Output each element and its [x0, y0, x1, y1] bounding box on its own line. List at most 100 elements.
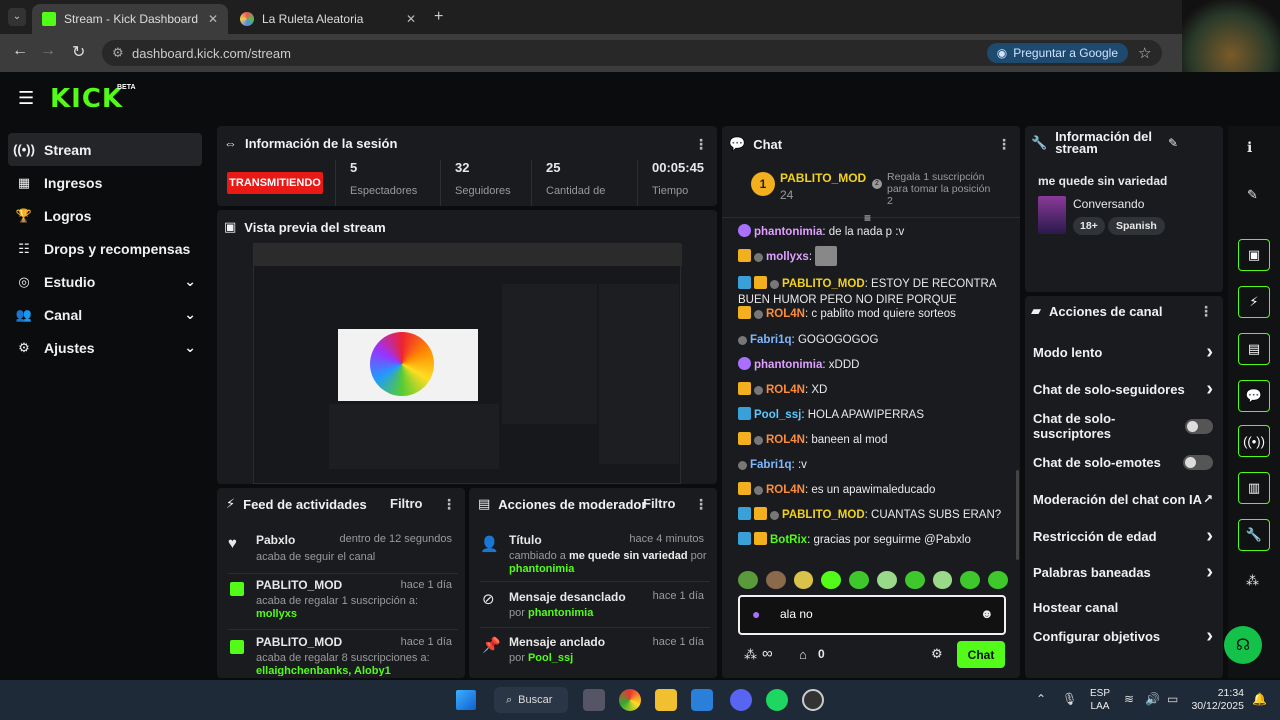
rail-chat-button[interactable]: 💬: [1238, 380, 1270, 412]
emote-icon[interactable]: [904, 571, 925, 589]
channel-action-item[interactable]: Moderación del chat con IA ↗: [1033, 488, 1213, 510]
chat-message[interactable]: Fabri1q: GOGOGOGOG: [738, 332, 1014, 348]
rail-preview-button[interactable]: ▣: [1238, 239, 1270, 271]
chat-message[interactable]: ROL4N: baneen al mod: [738, 432, 1014, 448]
mic-tray-icon[interactable]: 🎙: [1062, 692, 1077, 706]
emote-icon[interactable]: [738, 571, 758, 589]
mod-filter-button[interactable]: Filtro: [643, 496, 676, 511]
points-icon[interactable]: ⁂: [744, 647, 757, 663]
mic-icon[interactable]: ●: [752, 606, 760, 622]
taskbar-search[interactable]: ⌕ Buscar: [494, 687, 568, 713]
chat-message[interactable]: ROL4N: XD: [738, 382, 1014, 398]
emote-icon[interactable]: [988, 571, 1008, 589]
clock[interactable]: 21:34 30/12/2025: [1186, 687, 1244, 713]
chat-username[interactable]: Pool_ssj: [754, 409, 801, 421]
rail-activity-button[interactable]: ⚡: [1238, 286, 1270, 318]
chat-username[interactable]: Fabri1q: [750, 459, 792, 471]
session-menu-icon[interactable]: ⋮: [694, 136, 708, 153]
reload-icon[interactable]: ↻: [72, 42, 85, 62]
sidebar-item-drops[interactable]: ☷ Drops y recompensas: [8, 232, 202, 265]
actions-icon[interactable]: ⁂: [1246, 573, 1259, 589]
chat-username[interactable]: BotRix: [770, 534, 807, 546]
feed-menu-icon[interactable]: ⋮: [442, 496, 456, 513]
emote-icon[interactable]: [793, 571, 814, 589]
chat-username[interactable]: PABLITO_MOD: [782, 509, 865, 521]
ask-google-button[interactable]: ◉ Preguntar a Google: [986, 43, 1128, 63]
chat-message[interactable]: phantonimia: de la nada p :v: [738, 224, 1014, 240]
chat-username[interactable]: phantonimia: [754, 226, 822, 238]
chat-input[interactable]: ● ala no ☻: [738, 595, 1006, 635]
chat-message[interactable]: BotRix: gracias por seguirme @Pabxlo: [738, 532, 1014, 548]
close-icon[interactable]: ✕: [406, 12, 416, 26]
chat-message[interactable]: phantonimia: xDDD: [738, 357, 1014, 373]
sidebar-item-ajustes[interactable]: ⚙ Ajustes ⌄: [8, 331, 202, 364]
sidebar-item-ingresos[interactable]: ▦ Ingresos: [8, 166, 202, 199]
emoji-icon[interactable]: ☻: [980, 606, 994, 621]
tab-ruleta[interactable]: La Ruleta Aleatoria ✕: [230, 4, 426, 34]
gift-box-icon[interactable]: ⌂: [799, 647, 807, 662]
emote-icon[interactable]: [876, 571, 897, 589]
sidebar-item-logros[interactable]: 🏆 Logros: [8, 199, 202, 232]
mod-menu-icon[interactable]: ⋮: [694, 496, 708, 513]
chat-message[interactable]: PABLITO_MOD: ESTOY DE RECONTRA BUEN HUMO…: [738, 276, 1014, 308]
rail-layout-button[interactable]: ▥: [1238, 472, 1270, 504]
top-gifter-name[interactable]: PABLITO_MOD: [780, 171, 866, 185]
discord-icon[interactable]: [730, 689, 752, 711]
chat-send-button[interactable]: Chat: [957, 641, 1005, 668]
spotify-icon[interactable]: [766, 689, 788, 711]
toggle-switch[interactable]: [1183, 454, 1213, 470]
chat-username[interactable]: mollyxs: [766, 251, 809, 263]
chat-message[interactable]: Fabri1q: :v: [738, 457, 1014, 473]
close-icon[interactable]: ✕: [208, 12, 218, 26]
emote-icon[interactable]: [765, 571, 786, 589]
channel-actions-menu-icon[interactable]: ⋮: [1199, 303, 1213, 320]
channel-action-item[interactable]: Chat de solo-suscriptores: [1033, 411, 1213, 441]
channel-action-item[interactable]: Restricción de edad ›: [1033, 525, 1213, 547]
chat-username[interactable]: ROL4N: [766, 308, 805, 320]
channel-action-item[interactable]: Palabras baneadas ›: [1033, 561, 1213, 583]
windows-start-icon[interactable]: [456, 690, 476, 710]
forward-icon[interactable]: →: [40, 42, 56, 60]
chat-settings-gear-icon[interactable]: ⚙: [931, 646, 943, 662]
chat-username[interactable]: ROL4N: [766, 384, 805, 396]
task-view-icon[interactable]: [583, 689, 605, 711]
feed-filter-button[interactable]: Filtro: [390, 496, 423, 511]
feed-recipient[interactable]: mollyxs: [256, 608, 297, 620]
sidebar-item-canal[interactable]: 👥 Canal ⌄: [8, 298, 202, 331]
tab-kick-dashboard[interactable]: Stream - Kick Dashboard ✕: [32, 4, 228, 34]
support-headset-icon[interactable]: ☊: [1224, 626, 1262, 664]
chat-scrollbar[interactable]: [1016, 470, 1019, 560]
rail-info-button[interactable]: 🔧: [1238, 519, 1270, 551]
chat-message[interactable]: PABLITO_MOD: CUANTAS SUBS ERAN?: [738, 507, 1014, 523]
battery-icon[interactable]: ▭: [1167, 692, 1178, 706]
edit-icon[interactable]: ✎: [1247, 187, 1258, 203]
chat-username[interactable]: Fabri1q: [750, 334, 792, 346]
channel-action-item[interactable]: Chat de solo-emotes: [1033, 451, 1213, 473]
kick-logo[interactable]: KICK: [50, 84, 123, 114]
volume-icon[interactable]: 🔊: [1145, 692, 1160, 706]
chat-message[interactable]: mollyxs:: [738, 246, 1014, 266]
chat-username[interactable]: PABLITO_MOD: [782, 278, 865, 290]
tray-chevron-icon[interactable]: ⌃: [1036, 692, 1046, 706]
toggle-switch[interactable]: [1184, 418, 1213, 434]
notification-bell-icon[interactable]: 🔔: [1252, 692, 1267, 706]
emote-icon[interactable]: [821, 571, 842, 589]
chat-username[interactable]: phantonimia: [754, 359, 822, 371]
chat-username[interactable]: ROL4N: [766, 434, 805, 446]
channel-action-item[interactable]: Chat de solo-seguidores ›: [1033, 378, 1213, 400]
language-indicator[interactable]: ESP LAA: [1090, 687, 1110, 713]
site-info-icon[interactable]: ⚙: [112, 45, 124, 61]
channel-action-item[interactable]: Modo lento ›: [1033, 341, 1213, 363]
chat-message[interactable]: Pool_ssj: HOLA APAWIPERRAS: [738, 407, 1014, 423]
rail-mod-button[interactable]: ▤: [1238, 333, 1270, 365]
stream-preview-video[interactable]: [253, 243, 682, 484]
rail-stream-button[interactable]: ((•)): [1238, 425, 1270, 457]
channel-action-item[interactable]: Configurar objetivos ›: [1033, 625, 1213, 647]
edit-pencil-icon[interactable]: ✎: [1168, 136, 1178, 150]
emote-icon[interactable]: [849, 571, 869, 589]
chrome-icon[interactable]: [619, 689, 641, 711]
chat-message[interactable]: ROL4N: c pablito mod quiere sorteos: [738, 306, 1014, 322]
menu-icon[interactable]: ☰: [18, 88, 34, 109]
wifi-icon[interactable]: ≋: [1124, 692, 1134, 706]
feed-recipient[interactable]: ellaighchenbanks, Aloby1: [256, 665, 391, 676]
